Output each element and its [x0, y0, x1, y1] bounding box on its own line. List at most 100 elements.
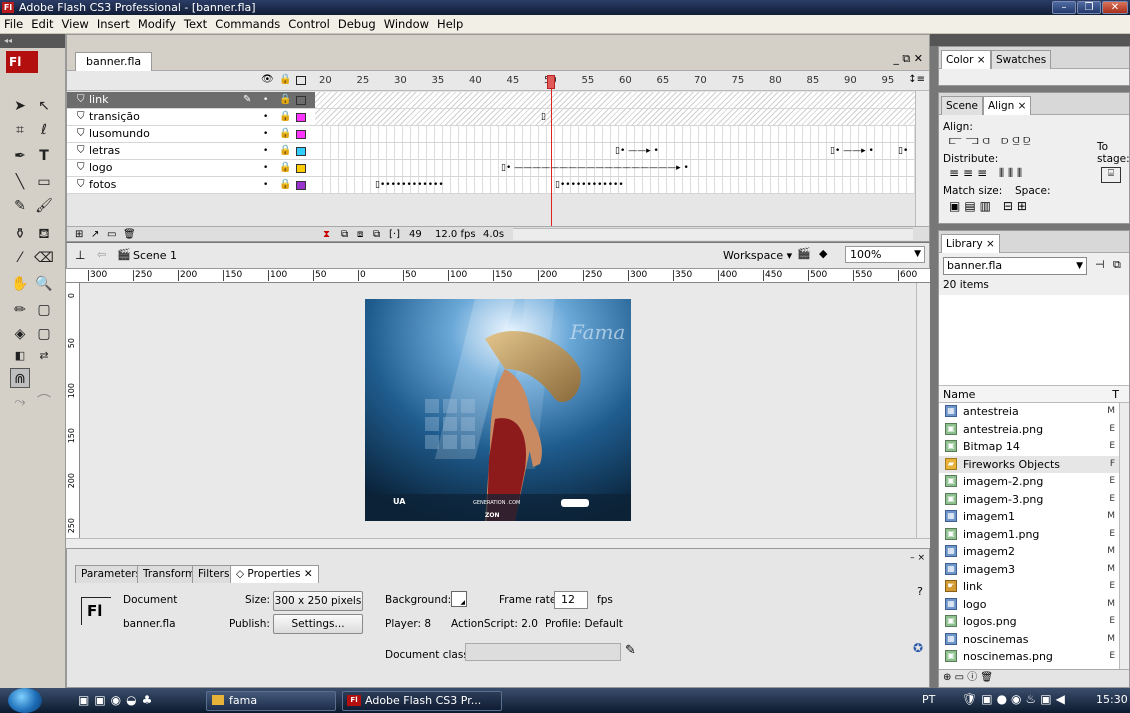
keyframe-marker[interactable]: ▯•: [898, 144, 908, 158]
timeline-horizontal-scrollbar[interactable]: [513, 228, 913, 240]
back-arrow-icon[interactable]: ⇦: [97, 248, 106, 261]
hand-tool-icon[interactable]: ✋: [10, 274, 30, 294]
scene-name[interactable]: Scene 1: [133, 249, 177, 262]
tab-scene[interactable]: Scene: [941, 96, 984, 115]
library-item[interactable]: ▦ imagem1 M: [939, 508, 1121, 526]
accessibility-icon[interactable]: ✪: [913, 641, 923, 655]
layer-outline-color[interactable]: [296, 113, 306, 122]
tab-swatches[interactable]: Swatches: [991, 50, 1052, 69]
playhead[interactable]: [547, 75, 555, 89]
tools-panel-header[interactable]: ◂◂: [0, 34, 65, 48]
align-buttons-icon[interactable]: ⫍⫎⫏ ⫐⫑⫒: [949, 133, 1034, 148]
swap-colors-icon[interactable]: ⇄: [34, 346, 54, 366]
layer-visibility-icon[interactable]: •: [263, 92, 268, 108]
free-transform-tool-icon[interactable]: ⌗: [10, 120, 30, 140]
menu-help[interactable]: Help: [433, 15, 467, 34]
document-tab-banner[interactable]: banner.fla: [75, 52, 153, 71]
menu-edit[interactable]: Edit: [27, 15, 57, 34]
brush-tool-icon[interactable]: 🖌: [34, 196, 54, 216]
fill-swatch-icon[interactable]: ▢: [34, 324, 54, 344]
keyframe-marker[interactable]: ▯••••••••••••: [555, 178, 624, 192]
stage-horizontal-scrollbar[interactable]: [66, 538, 930, 548]
layer-row[interactable]: ⛉ lusomundo • 🔒: [67, 126, 315, 143]
ink-bottle-tool-icon[interactable]: ⚱: [10, 224, 30, 244]
layer-lock-icon[interactable]: 🔒: [279, 126, 291, 142]
smooth-icon[interactable]: ⤳: [10, 392, 30, 412]
center-frame-icon[interactable]: ⧗: [323, 227, 330, 242]
keyframe-marker[interactable]: ▯• ——▸ •: [615, 144, 659, 158]
menu-debug[interactable]: Debug: [334, 15, 380, 34]
library-item[interactable]: ▣ logos.png E: [939, 613, 1121, 631]
settings-button[interactable]: Settings...: [273, 614, 363, 634]
timeline-menu-icon[interactable]: ↕≡: [908, 74, 925, 85]
menu-view[interactable]: View: [58, 15, 93, 34]
layer-visibility-icon[interactable]: •: [263, 177, 268, 193]
new-folder-icon[interactable]: ▭: [955, 672, 964, 683]
zoom-select[interactable]: 100% ▼: [845, 246, 925, 263]
minimize-button[interactable]: –: [1052, 1, 1076, 14]
selection-tool-icon[interactable]: ➤: [10, 96, 30, 116]
menu-text[interactable]: Text: [180, 15, 211, 34]
library-document-select[interactable]: banner.fla ▼: [943, 257, 1087, 275]
properties-icon[interactable]: ⓘ: [967, 672, 977, 683]
black-white-icon[interactable]: ◧: [10, 346, 30, 366]
help-icon[interactable]: ?: [917, 585, 923, 598]
straighten-icon[interactable]: ⌒: [34, 392, 54, 412]
fill-color-icon[interactable]: ◈: [10, 324, 30, 344]
document-class-input[interactable]: [465, 643, 621, 661]
rectangle-tool-icon[interactable]: ▭: [34, 172, 54, 192]
library-name-header[interactable]: Name: [943, 388, 975, 401]
eraser-tool-icon[interactable]: ⌫: [34, 248, 54, 268]
insert-layer-icon[interactable]: ⊞: [75, 227, 83, 242]
frame-row[interactable]: [315, 109, 917, 126]
keyframe-marker[interactable]: ▯••••••••••••: [375, 178, 444, 192]
layer-visibility-icon[interactable]: •: [263, 109, 268, 125]
library-item[interactable]: ▣ Bitmap 14 E: [939, 438, 1121, 456]
text-tool-icon[interactable]: T: [34, 146, 54, 166]
layer-outline-color[interactable]: [296, 147, 306, 156]
to-stage-button[interactable]: ⌸: [1101, 167, 1121, 183]
layer-outline-color[interactable]: [296, 130, 306, 139]
layer-row[interactable]: ⛉ fotos • 🔒: [67, 177, 315, 194]
outline-all-icon[interactable]: [296, 76, 306, 85]
timeline-toggle-icon[interactable]: ⊥: [75, 248, 85, 262]
edit-symbols-icon[interactable]: ◆: [819, 247, 827, 260]
menu-commands[interactable]: Commands: [211, 15, 284, 34]
library-item[interactable]: ▰ Fireworks Objects F: [939, 455, 1121, 473]
layer-outline-color[interactable]: [296, 96, 306, 105]
library-scrollbar[interactable]: [1119, 403, 1129, 669]
stroke-color-icon[interactable]: ✏: [10, 300, 30, 320]
frame-ruler[interactable]: 20253035404550556065707580859095: [315, 71, 915, 91]
layer-row[interactable]: ⛉ link • 🔒 ✎: [67, 92, 315, 109]
edit-scene-icon[interactable]: 🎬: [797, 247, 811, 260]
delete-layer-icon[interactable]: 🗑: [123, 227, 136, 242]
modify-markers-icon[interactable]: [·]: [389, 227, 400, 242]
menu-modify[interactable]: Modify: [134, 15, 180, 34]
subselection-tool-icon[interactable]: ↖: [34, 96, 54, 116]
keyframe-marker[interactable]: ▯• ——▸ •: [830, 144, 874, 158]
keyframe-marker[interactable]: ▯• ——————————————————▸ •: [501, 161, 689, 175]
line-tool-icon[interactable]: ╲: [10, 172, 30, 192]
timeline-window-controls[interactable]: _ ⧉ ✕: [893, 52, 923, 66]
size-button[interactable]: 300 x 250 pixels: [273, 591, 363, 611]
properties-panel-controls[interactable]: – ×: [910, 553, 925, 563]
layer-row[interactable]: ⛉ logo • 🔒: [67, 160, 315, 177]
banner-stage[interactable]: Fama UA GENERATION .COM ZON: [365, 299, 631, 521]
menu-insert[interactable]: Insert: [93, 15, 134, 34]
tab-align[interactable]: Align ×: [983, 96, 1032, 115]
library-item[interactable]: ☛ link E: [939, 578, 1121, 596]
dock-header[interactable]: [930, 34, 1130, 46]
background-color-swatch[interactable]: ◢: [451, 591, 467, 607]
match-size-buttons-icon[interactable]: ▣▤▥ ⊟⊞: [949, 199, 1031, 213]
add-motion-guide-icon[interactable]: ↗: [91, 227, 99, 242]
pencil-tool-icon[interactable]: ✎: [10, 196, 30, 216]
paint-bucket-tool-icon[interactable]: ⛾: [34, 224, 54, 244]
onion-outlines-icon[interactable]: ⧈: [357, 227, 363, 242]
pin-library-icon[interactable]: ⊣: [1095, 258, 1105, 271]
layer-row[interactable]: ⛉ transição • 🔒: [67, 109, 315, 126]
insert-folder-icon[interactable]: ▭: [107, 227, 116, 242]
menu-control[interactable]: Control: [284, 15, 334, 34]
onion-skin-icon[interactable]: ⧉: [341, 227, 348, 242]
workspace-button[interactable]: Workspace ▾: [723, 249, 792, 262]
new-library-panel-icon[interactable]: ⧉: [1113, 258, 1121, 272]
